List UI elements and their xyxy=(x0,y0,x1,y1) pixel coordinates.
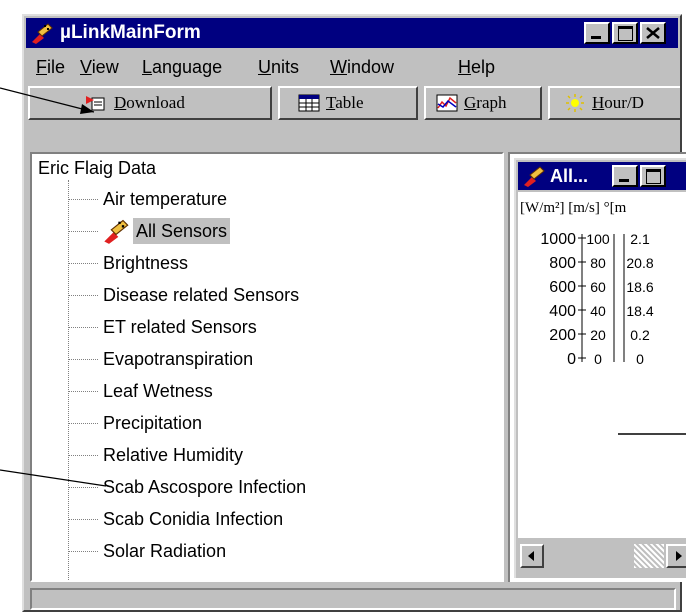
menu-units[interactable]: Units xyxy=(258,52,299,82)
tree-root[interactable]: Eric Flaig Data xyxy=(38,158,156,179)
close-button[interactable] xyxy=(640,22,666,44)
tick-label: 800 xyxy=(549,255,576,272)
app-sensor-icon xyxy=(32,23,53,44)
horizontal-scrollbar[interactable] xyxy=(518,540,686,572)
child-title: All... xyxy=(550,166,589,186)
table-icon xyxy=(298,94,320,112)
menu-file[interactable]: File xyxy=(36,52,65,82)
left-arrow-icon xyxy=(528,551,534,561)
graph-area: [W/m²] [m/s] °[m 1000 800 600 400 200 0 … xyxy=(518,192,686,538)
svg-text:18.4: 18.4 xyxy=(626,303,653,319)
svg-text:0: 0 xyxy=(594,351,602,367)
window-title: µLinkMainForm xyxy=(60,22,201,43)
menu-language[interactable]: Language xyxy=(142,52,222,82)
maximize-button[interactable] xyxy=(612,22,638,44)
table-button[interactable]: Table xyxy=(278,86,418,120)
minimize-button[interactable] xyxy=(584,22,610,44)
tick-label: 400 xyxy=(549,303,576,320)
download-icon xyxy=(86,96,105,111)
maximize-icon xyxy=(618,26,633,41)
svg-text:80: 80 xyxy=(590,255,606,271)
all-sensors-window[interactable]: All... [W/m²] [m/s] °[m 1000 800 600 400 xyxy=(514,158,686,578)
sun-icon xyxy=(566,94,584,112)
download-button[interactable]: Download xyxy=(28,86,272,120)
sensor-tree[interactable]: Eric Flaig Data Air temperature All Sens… xyxy=(30,152,504,582)
scroll-left-button[interactable] xyxy=(520,544,544,568)
status-bar xyxy=(30,588,676,610)
child-maximize-button[interactable] xyxy=(640,165,666,187)
menu-window[interactable]: Window xyxy=(330,52,394,82)
graph-label: Graph xyxy=(464,93,507,112)
right-arrow-icon xyxy=(676,551,682,561)
child-app-icon xyxy=(524,166,545,187)
tree-line xyxy=(68,180,69,580)
tick-label: 1000 xyxy=(540,231,576,248)
svg-text:20: 20 xyxy=(590,327,606,343)
menu-bar: File View Language Units Window Help xyxy=(26,52,678,82)
maximize-icon xyxy=(646,169,661,184)
tick-label: 600 xyxy=(549,279,576,296)
tick-label: 200 xyxy=(549,327,576,344)
svg-text:0.2: 0.2 xyxy=(630,327,650,343)
svg-text:100: 100 xyxy=(586,231,610,247)
units-row: [W/m²] [m/s] °[m xyxy=(520,200,627,216)
svg-text:0: 0 xyxy=(636,351,644,367)
child-title-bar[interactable]: All... xyxy=(518,162,686,190)
hour-day-label: Hour/D xyxy=(592,93,644,112)
svg-text:60: 60 xyxy=(590,279,606,295)
graph-button[interactable]: Graph xyxy=(424,86,542,120)
mdi-client-area: All... [W/m²] [m/s] °[m 1000 800 600 400 xyxy=(508,152,686,582)
sensor-icon xyxy=(104,219,129,244)
title-bar[interactable]: µLinkMainForm xyxy=(26,18,678,48)
graph-axes: 1000 800 600 400 200 0 100 80 60 40 20 0 xyxy=(540,231,686,435)
download-label: Download xyxy=(114,93,185,112)
svg-text:40: 40 xyxy=(590,303,606,319)
table-label: Table xyxy=(326,93,364,112)
scroll-track[interactable] xyxy=(634,544,664,568)
menu-view[interactable]: View xyxy=(80,52,119,82)
scroll-right-button[interactable] xyxy=(666,544,686,568)
tick-label: 0 xyxy=(567,351,576,368)
minimize-icon xyxy=(591,36,601,39)
main-window: µLinkMainForm File View Language Units W… xyxy=(22,14,686,612)
child-minimize-button[interactable] xyxy=(612,165,638,187)
close-icon xyxy=(646,27,660,39)
svg-text:20.8: 20.8 xyxy=(626,255,653,271)
menu-help[interactable]: Help xyxy=(458,52,495,82)
hour-day-button[interactable]: Hour/D xyxy=(548,86,680,120)
svg-text:18.6: 18.6 xyxy=(626,279,653,295)
svg-text:2.1: 2.1 xyxy=(630,231,650,247)
toolbar: Download Table Graph Hour/D xyxy=(26,84,680,124)
graph-icon xyxy=(436,94,458,112)
minimize-icon xyxy=(619,179,629,182)
